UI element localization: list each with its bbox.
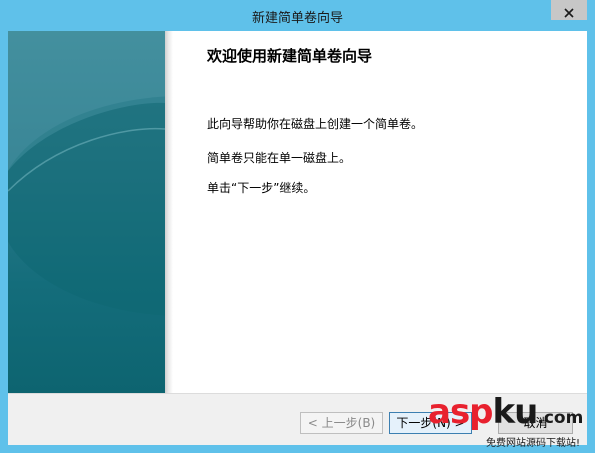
next-button[interactable]: 下一步(N) > [389,412,472,434]
cancel-button[interactable]: 取消 [498,412,573,434]
wizard-description: 此向导帮助你在磁盘上创建一个简单卷。 [207,117,424,131]
close-button[interactable] [551,0,587,20]
wizard-content: 欢迎使用新建简单卷向导 此向导帮助你在磁盘上创建一个简单卷。 简单卷只能在单一磁… [207,45,577,195]
close-icon [564,7,574,18]
wizard-button-bar: < 上一步(B) 下一步(N) > 取消 [8,393,587,445]
window-title: 新建简单卷向导 [251,11,343,26]
wizard-body: 欢迎使用新建简单卷向导 此向导帮助你在磁盘上创建一个简单卷。 简单卷只能在单一磁… [8,31,587,445]
banner-divider [165,31,173,393]
title-bar[interactable]: 新建简单卷向导 [0,0,595,31]
wizard-instruction: 单击“下一步”继续。 [207,181,316,195]
wizard-window: 新建简单卷向导 欢迎使用新建简单卷向导 此向导帮助你在磁盘上创建一个简单卷。 简… [0,0,595,453]
back-button[interactable]: < 上一步(B) [300,412,383,434]
wizard-side-banner [8,31,165,393]
banner-graphic [8,31,165,316]
wizard-heading: 欢迎使用新建简单卷向导 [207,47,373,65]
wizard-note: 简单卷只能在单一磁盘上。 [207,151,352,165]
